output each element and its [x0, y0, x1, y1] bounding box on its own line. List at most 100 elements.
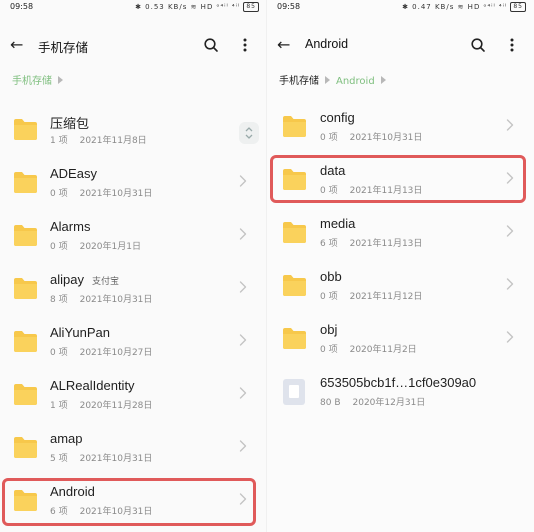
item-name: ALRealIdentity	[50, 378, 135, 393]
item-name: 压缩包	[50, 116, 90, 131]
folder-icon	[14, 172, 37, 193]
item-name: 653505bcb1f…1cf0e309a0	[320, 375, 477, 390]
item-name: AliYunPan	[50, 325, 110, 340]
folder-icon	[14, 437, 37, 458]
item-meta: 5 项 2021年10月31日	[50, 451, 152, 464]
list-item[interactable]: ADEasy 0 项 2021年10月31日	[0, 158, 267, 211]
item-date: 2020年11月28日	[79, 401, 153, 411]
item-count: 8 项	[50, 295, 68, 305]
item-name: config	[320, 110, 355, 125]
breadcrumb-arrow-icon	[58, 76, 63, 84]
chevron-right-icon	[506, 119, 514, 131]
item-count: 0 项	[320, 292, 338, 302]
item-count: 0 项	[50, 189, 68, 199]
item-name: media	[320, 216, 356, 231]
list-item[interactable]: media 6 项 2021年11月13日	[267, 208, 534, 261]
item-meta: 0 项 2020年1月1日	[50, 239, 141, 252]
folder-icon	[14, 384, 37, 405]
item-date: 2021年10月31日	[79, 454, 153, 464]
item-name: ADEasy	[50, 166, 97, 181]
item-name: obb	[320, 269, 342, 284]
chevron-right-icon	[239, 387, 247, 399]
page-title: 手机存储	[38, 41, 89, 55]
item-count: 1 项	[50, 136, 68, 146]
status-time: 09:58	[10, 2, 34, 11]
breadcrumb-item[interactable]: 手机存储	[279, 76, 319, 87]
item-date: 2021年10月31日	[79, 295, 153, 305]
more-options-icon[interactable]	[241, 37, 249, 53]
item-count: 0 项	[50, 242, 68, 252]
chevron-right-icon	[506, 331, 514, 343]
more-options-icon[interactable]	[508, 37, 516, 53]
item-date: 2021年11月12日	[349, 292, 423, 302]
item-count: 6 项	[320, 239, 338, 249]
item-count: 5 项	[50, 454, 68, 464]
page-title: Android	[305, 37, 349, 51]
breadcrumb: 手机存储	[12, 72, 69, 87]
item-meta: 80 B 2020年12月31日	[320, 395, 425, 408]
item-count: 0 项	[320, 345, 338, 355]
breadcrumb-item[interactable]: 手机存储	[12, 76, 52, 87]
chevron-right-icon	[239, 175, 247, 187]
status-icons: ✱ 0.47 KB/s ≋ HD ᵒ⁴ⁱˡ ⁴ⁱˡ 85	[402, 2, 526, 12]
item-date: 2020年12月31日	[352, 398, 426, 408]
chevron-right-icon	[239, 334, 247, 346]
list-item[interactable]: amap 5 项 2021年10月31日	[0, 423, 267, 476]
item-count: 1 项	[50, 401, 68, 411]
chevron-right-icon	[239, 440, 247, 452]
item-count: 0 项	[50, 348, 68, 358]
search-icon[interactable]	[470, 37, 486, 53]
item-name: obj	[320, 322, 338, 337]
item-count: 80 B	[320, 398, 341, 408]
status-icons: ✱ 0.53 KB/s ≋ HD ᵒ⁴ⁱˡ ⁴ⁱˡ 85	[135, 2, 259, 12]
folder-icon	[14, 119, 37, 140]
list-item[interactable]: 压缩包 1 项 2021年11月8日	[0, 105, 267, 158]
item-meta: 0 项 2021年10月27日	[50, 345, 152, 358]
list-item[interactable]: config 0 项 2021年10月31日	[267, 102, 534, 155]
highlight-box-data	[270, 155, 526, 203]
item-meta: 1 项 2021年11月8日	[50, 133, 147, 146]
app-header: ← 手机存储	[0, 34, 267, 58]
folder-icon	[283, 328, 306, 349]
right-screen: 09:58 ✱ 0.47 KB/s ≋ HD ᵒ⁴ⁱˡ ⁴ⁱˡ 85 ← And…	[267, 0, 534, 532]
status-bar: 09:58 ✱ 0.53 KB/s ≋ HD ᵒ⁴ⁱˡ ⁴ⁱˡ 85	[0, 0, 267, 16]
item-meta: 0 项 2021年10月31日	[320, 130, 422, 143]
folder-icon	[283, 116, 306, 137]
item-date: 2021年11月13日	[349, 239, 423, 249]
item-meta: 0 项 2020年11月2日	[320, 342, 417, 355]
status-bar: 09:58 ✱ 0.47 KB/s ≋ HD ᵒ⁴ⁱˡ ⁴ⁱˡ 85	[267, 0, 534, 16]
folder-icon	[14, 331, 37, 352]
chevron-right-icon	[239, 228, 247, 240]
list-item[interactable]: alipay 支付宝 8 项 2021年10月31日	[0, 264, 267, 317]
item-date: 2021年11月8日	[79, 136, 147, 146]
folder-icon	[14, 225, 37, 246]
folder-icon	[283, 222, 306, 243]
item-date: 2021年10月31日	[349, 133, 423, 143]
list-item[interactable]: Alarms 0 项 2020年1月1日	[0, 211, 267, 264]
item-tag: 支付宝	[91, 276, 119, 286]
list-item[interactable]: AliYunPan 0 项 2021年10月27日	[0, 317, 267, 370]
breadcrumb-arrow-icon	[325, 76, 330, 84]
item-count: 0 项	[320, 133, 338, 143]
back-arrow-icon[interactable]: ←	[10, 35, 23, 55]
list-item[interactable]: obb 0 项 2021年11月12日	[267, 261, 534, 314]
item-meta: 6 项 2021年11月13日	[320, 236, 422, 249]
chevron-right-icon	[506, 225, 514, 237]
list-item[interactable]: 653505bcb1f…1cf0e309a0 80 B 2020年12月31日	[267, 367, 534, 420]
highlight-box-android	[2, 478, 256, 526]
file-icon	[283, 379, 305, 405]
chevron-right-icon	[239, 281, 247, 293]
search-icon[interactable]	[203, 37, 219, 53]
back-arrow-icon[interactable]: ←	[277, 35, 290, 55]
status-time: 09:58	[277, 2, 301, 11]
battery-icon: 85	[243, 2, 259, 12]
item-date: 2020年11月2日	[349, 345, 417, 355]
item-meta: 0 项 2021年10月31日	[50, 186, 152, 199]
breadcrumb-item[interactable]: Android	[336, 76, 375, 87]
item-meta: 0 项 2021年11月12日	[320, 289, 422, 302]
list-item[interactable]: obj 0 项 2020年11月2日	[267, 314, 534, 367]
list-item[interactable]: ALRealIdentity 1 项 2020年11月28日	[0, 370, 267, 423]
item-date: 2020年1月1日	[79, 242, 141, 252]
item-name: amap	[50, 431, 83, 446]
folder-icon	[283, 275, 306, 296]
